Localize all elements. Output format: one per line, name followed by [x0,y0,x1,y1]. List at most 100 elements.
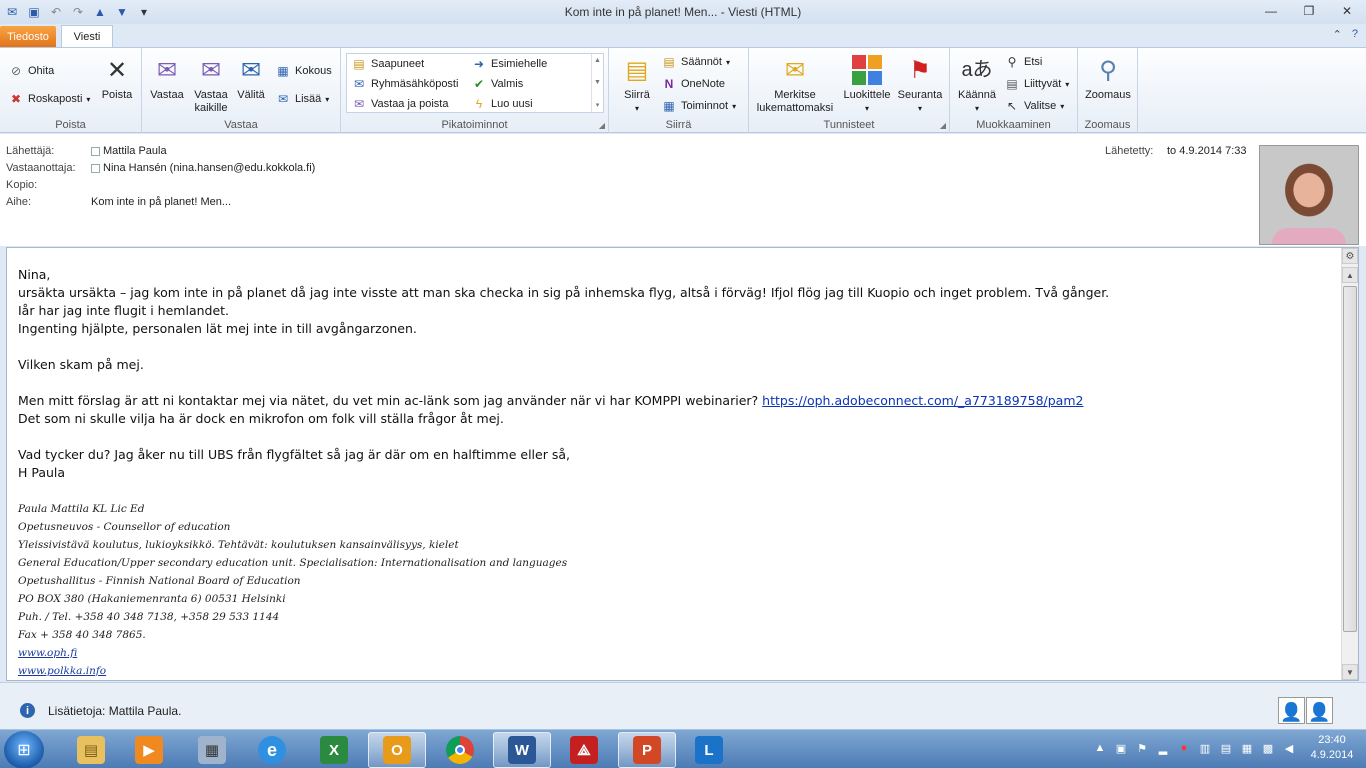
oph-link[interactable]: www.oph.fi [18,647,77,659]
from-value[interactable]: Mattila Paula [91,145,167,157]
reply-button[interactable]: ✉ Vastaa [148,54,186,102]
gallery-scroll[interactable]: ▲ ▼ ▾ [591,54,603,112]
signature-line: Yleissivistävä koulutus, lukioyksikkö. T… [18,539,459,551]
close-button[interactable]: ✕ [1328,0,1366,22]
calculator-icon: ▦ [198,736,226,764]
contact-avatar[interactable]: 👤 [1306,697,1333,724]
signature-line: PO BOX 380 (Hakaniemenranta 6) 00531 Hel… [18,593,286,605]
next-item-icon[interactable]: ▼ [114,4,130,20]
taskbar-lync[interactable]: L [680,732,738,768]
volume-icon[interactable]: ◀ [1281,740,1297,756]
followup-button[interactable]: ⚑ Seuranta ▾ [895,54,945,115]
media-player-icon: ▶ [135,736,163,764]
clock[interactable]: 23:40 4.9.2014 [1306,733,1358,763]
contact-avatar[interactable]: 👤 [1278,697,1305,724]
folder-move-icon: ▤ [353,57,365,71]
undo-icon[interactable]: ↶ [48,4,64,20]
delete-button[interactable]: ✕ Poista [98,54,136,102]
quick-step-create-new[interactable]: ϟ Luo uusi [471,96,533,112]
acrobat-icon: ⟁ [570,736,598,764]
select-button[interactable]: ↖ Valitse ▾ [1004,98,1064,114]
tab-file[interactable]: Tiedosto [0,26,56,47]
contact-checkbox [91,163,100,173]
previous-item-icon[interactable]: ▲ [92,4,108,20]
quick-step-team-email[interactable]: ✉ Ryhmäsähköposti [351,76,458,92]
scroll-settings-icon[interactable]: ⚙ [1342,248,1358,264]
people-pane-text[interactable]: Lisätietoja: Mattila Paula. [48,704,181,718]
taskbar-internet-explorer[interactable]: e [243,732,301,768]
delete-icon: ✕ [106,56,128,84]
dialog-launcher-icon[interactable]: ◢ [599,121,605,130]
categorize-button[interactable]: Luokittele ▾ [839,54,895,115]
body-line: Det som ni skulle vilja ha är dock en mi… [18,411,504,426]
tray-app-icon[interactable]: ● [1176,740,1192,756]
forward-button[interactable]: ✉ Välitä [234,54,268,102]
translate-button[interactable]: aあ Käännä ▾ [954,54,1000,115]
taskbar-powerpoint[interactable]: P [618,732,676,768]
internet-explorer-icon: e [258,736,286,764]
taskbar-excel[interactable]: X [305,732,363,768]
rules-button[interactable]: ▤ Säännöt ▾ [661,54,730,70]
group-label-zoom: Zoomaus [1084,119,1131,131]
meeting-button[interactable]: ▦ Kokous [275,63,331,79]
taskbar-calculator[interactable]: ▦ [183,732,241,768]
onenote-button[interactable]: N OneNote [661,76,725,92]
signal-icon[interactable]: ▂ [1155,740,1171,756]
network-icon[interactable]: ▤ [1218,740,1234,756]
body-line: H Paula [18,465,66,480]
vertical-scrollbar[interactable]: ⚙ ▲ ▼ [1341,248,1358,680]
tray-app-icon[interactable]: ▣ [1113,740,1129,756]
quick-step-manager[interactable]: ➜ Esimiehelle [471,56,547,72]
junk-button[interactable]: ✖ Roskaposti ▾ [8,91,90,107]
taskbar-acrobat[interactable]: ⟁ [555,732,613,768]
windows-logo-icon: ⊞ [17,742,31,759]
start-button[interactable]: ⊞ [4,731,44,768]
quick-step-reply-delete[interactable]: ✉ Vastaa ja poista [351,96,449,112]
related-icon: ▤ [1006,77,1018,91]
find-button[interactable]: ⚲ Etsi [1004,54,1043,70]
taskbar-word[interactable]: W [493,732,551,768]
mark-unread-button[interactable]: ✉ Merkitse lukemattomaksi [753,54,837,115]
scroll-up-button[interactable]: ▲ [1342,267,1358,283]
group-delete: ⊘ Ohita ✖ Roskaposti ▾ ✕ Poista Poista [0,48,142,133]
zoom-button[interactable]: ⚲ Zoomaus [1082,54,1134,102]
customize-qat-icon[interactable]: ▾ [136,4,152,20]
minimize-button[interactable]: — [1252,0,1290,22]
minimize-ribbon-icon[interactable]: ⌃ [1333,28,1342,41]
to-label: Vastaanottaja: [6,162,76,174]
save-icon[interactable]: ▣ [26,4,42,20]
tags-dialog-launcher-icon[interactable]: ◢ [940,121,946,130]
ignore-button[interactable]: ⊘ Ohita [8,63,54,79]
subject-value: Kom inte in på planet! Men... [91,196,232,208]
actions-button[interactable]: ▦ Toiminnot ▾ [661,98,736,114]
taskbar-outlook[interactable]: O [368,732,426,768]
action-center-flag-icon[interactable]: ⚑ [1134,740,1150,756]
body-line: ursäkta ursäkta – jag kom inte in på pla… [18,285,1110,300]
taskbar-explorer[interactable]: ▤ [62,732,120,768]
related-button[interactable]: ▤ Liittyvät ▾ [1004,76,1069,92]
maximize-button[interactable]: ❐ [1290,0,1328,22]
quick-step-inbox[interactable]: ▤ Saapuneet [351,56,424,72]
redo-icon[interactable]: ↷ [70,4,86,20]
polkka-link[interactable]: www.polkka.info [18,665,106,677]
reply-all-button[interactable]: ✉ Vastaa kaikille [190,54,232,115]
tray-app-icon[interactable]: ▦ [1239,740,1255,756]
adobe-connect-link[interactable]: https://oph.adobeconnect.com/_a773189758… [762,393,1083,408]
taskbar-media-player[interactable]: ▶ [120,732,178,768]
lightning-icon: ϟ [475,97,483,111]
taskbar-chrome[interactable] [431,732,489,768]
show-hidden-icons[interactable]: ▲ [1092,740,1108,756]
scroll-thumb[interactable] [1343,286,1357,632]
tab-message[interactable]: Viesti [61,25,113,48]
mail-icon[interactable]: ✉ [4,4,20,20]
more-button[interactable]: ✉ Lisää ▾ [275,91,329,107]
scroll-down-button[interactable]: ▼ [1342,664,1358,680]
help-icon[interactable]: ? [1352,28,1358,41]
quick-step-done[interactable]: ✔ Valmis [471,76,523,92]
to-value[interactable]: Nina Hansén (nina.hansen@edu.kokkola.fi) [91,162,315,174]
greeting: Nina, [18,267,51,282]
tray-app-icon[interactable]: ▩ [1260,740,1276,756]
sender-photo [1259,145,1359,245]
tray-app-icon[interactable]: ▥ [1197,740,1213,756]
move-button[interactable]: ▤ Siirrä ▾ [617,54,657,115]
